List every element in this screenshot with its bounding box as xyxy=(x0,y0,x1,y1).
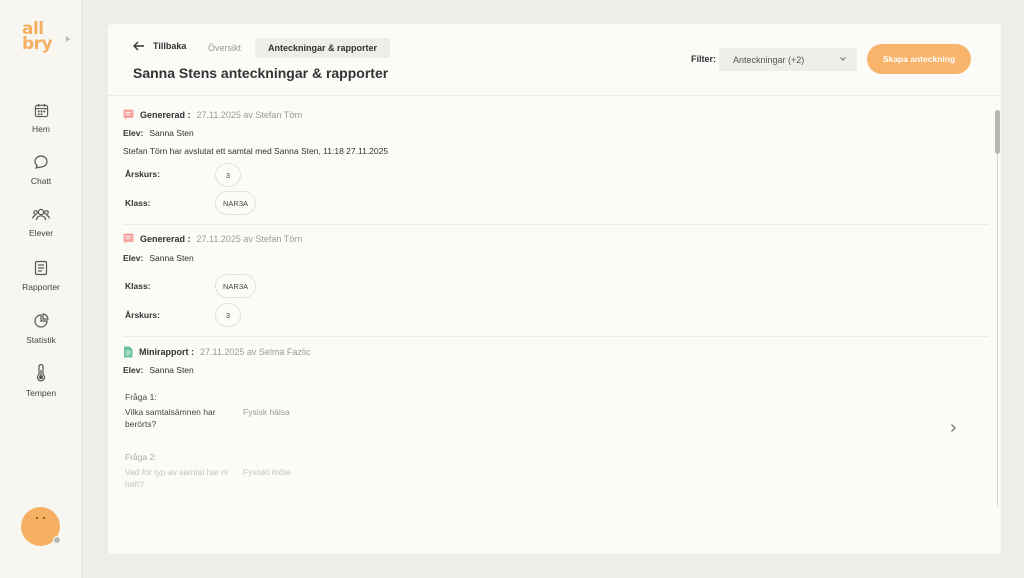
tab-oversikt[interactable]: Översikt xyxy=(208,43,241,53)
sidebar-item-label: Rapporter xyxy=(22,282,60,292)
sidebar-item-chatt[interactable]: Chatt xyxy=(0,154,82,186)
entry-description: Stefan Törn har avslutat ett samtal med … xyxy=(123,146,389,156)
filter-select[interactable]: Anteckningar (+2) xyxy=(719,48,857,71)
entry-meta: 27.11.2025 av Stefan Törn xyxy=(196,233,303,244)
field-label: Årskurs: xyxy=(125,169,160,179)
scrollbar-thumb[interactable] xyxy=(995,110,1000,154)
entry-student: Elev: Sanna Sten xyxy=(123,253,194,263)
pie-chart-icon xyxy=(34,313,49,328)
tab-anteckningar-rapporter[interactable]: Anteckningar & rapporter xyxy=(255,38,391,58)
entry-header: Genererad : 27.11.2025 av Stefan Törn xyxy=(123,109,302,120)
sidebar-item-hem[interactable]: Hem xyxy=(0,103,82,134)
student-name: Sanna Sten xyxy=(149,253,194,263)
sidebar-item-label: Statistik xyxy=(26,335,56,345)
chat-note-icon xyxy=(123,233,134,244)
sidebar-item-tempen[interactable]: Tempen xyxy=(0,364,82,398)
sidebar-item-elever[interactable]: Elever xyxy=(0,207,82,238)
entry-type: Minirapport : xyxy=(139,347,194,357)
sidebar-item-rapporter[interactable]: Rapporter xyxy=(0,260,82,292)
page-header: Tillbaka Översikt Anteckningar & rapport… xyxy=(108,24,1001,96)
calendar-icon xyxy=(34,103,48,118)
field-label: Klass: xyxy=(125,281,151,291)
notes-list[interactable]: Genererad : 27.11.2025 av Stefan Törn El… xyxy=(108,97,993,554)
question-label: Fråga 1: xyxy=(125,392,157,402)
field-label: Klass: xyxy=(125,198,151,208)
field-value-pill: NAR3A xyxy=(215,191,257,215)
allbry-logo[interactable]: all bry xyxy=(22,21,62,54)
sidebar-expand-icon[interactable] xyxy=(66,36,70,42)
field-label: Årskurs: xyxy=(125,310,160,320)
sidebar-item-label: Hem xyxy=(32,124,50,134)
main-panel: Tillbaka Översikt Anteckningar & rapport… xyxy=(108,24,1001,554)
document-icon xyxy=(124,346,133,358)
student-name: Sanna Sten xyxy=(149,128,194,138)
entry-student: Elev: Sanna Sten xyxy=(123,365,194,375)
sidebar-item-label: Tempen xyxy=(25,388,57,398)
status-indicator xyxy=(53,536,61,544)
back-label: Tillbaka xyxy=(153,41,187,51)
logo-text-bottom: bry xyxy=(22,34,53,54)
student-name: Sanna Sten xyxy=(149,365,194,375)
student-label: Elev: xyxy=(123,365,144,375)
student-label: Elev: xyxy=(123,128,144,138)
arrow-left-icon xyxy=(133,41,144,51)
field-value-pill: NAR3A xyxy=(215,274,257,298)
entry-header: Minirapport : 27.11.2025 av Selma Fazlic xyxy=(123,346,310,358)
entry-meta: 27.11.2025 av Selma Fazlic xyxy=(200,347,311,357)
student-label: Elev: xyxy=(123,253,144,263)
sidebar: all bry Hem Chatt Elever Rapporter Stati… xyxy=(0,0,82,578)
sidebar-item-label: Elever xyxy=(28,228,54,238)
entry-type: Genererad : xyxy=(140,233,191,244)
chevron-down-icon xyxy=(840,57,846,61)
question-text: Vilka samtalsämnen har berörts? xyxy=(125,407,216,429)
field-value-pill: 3 xyxy=(215,163,241,187)
avatar-eye xyxy=(36,517,38,519)
entry-student: Elev: Sanna Sten xyxy=(123,128,194,138)
question-text: Vad för typ av samtal har ni haft? xyxy=(125,467,228,489)
user-avatar[interactable] xyxy=(21,507,61,546)
entry-header: Genererad : 27.11.2025 av Stefan Törn xyxy=(123,233,302,244)
back-button[interactable]: Tillbaka xyxy=(133,41,186,51)
report-icon xyxy=(34,260,48,276)
chat-note-icon xyxy=(123,109,134,120)
filter-label: Filter: xyxy=(691,54,717,64)
page-title: Sanna Stens anteckningar & rapporter xyxy=(133,65,389,81)
users-icon xyxy=(32,208,50,221)
field-value-pill: 3 xyxy=(215,303,241,327)
question-answer: Fysisk hälsa xyxy=(243,407,290,417)
entry-meta: 27.11.2025 av Stefan Törn xyxy=(196,109,303,120)
thermometer-icon xyxy=(36,364,46,382)
sidebar-item-label: Chatt xyxy=(30,176,52,186)
filter-value: Anteckningar (+2) xyxy=(733,54,805,65)
avatar-eye xyxy=(43,517,45,519)
question-answer: Fysiskt möte xyxy=(243,467,291,477)
question-label: Fråga 2: xyxy=(125,452,157,462)
entry-divider xyxy=(123,224,989,225)
entry-divider xyxy=(123,336,989,337)
entry-type: Genererad : xyxy=(140,109,191,120)
chevron-right-icon[interactable] xyxy=(949,423,957,433)
sidebar-item-statistik[interactable]: Statistik xyxy=(0,313,82,345)
chat-bubble-icon xyxy=(34,155,48,169)
create-note-button[interactable]: Skapa anteckning xyxy=(867,44,971,74)
scrollbar-track[interactable] xyxy=(997,154,998,506)
